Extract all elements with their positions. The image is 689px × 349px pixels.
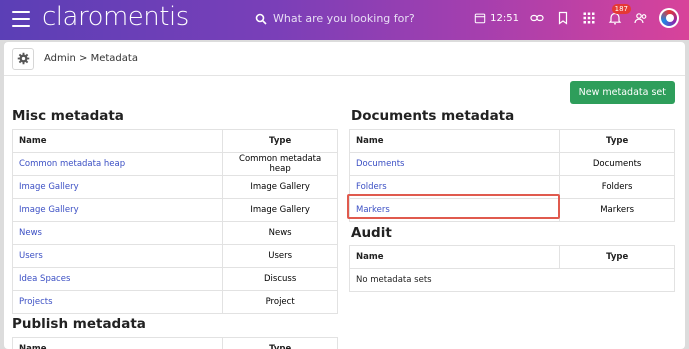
table-row: Common metadata heap Common metadata heap: [11, 152, 338, 176]
metadata-type: Discuss: [222, 267, 338, 291]
metadata-type: Documents: [559, 152, 675, 176]
main-panel: Admin > Metadata New metadata set Misc m…: [4, 42, 685, 349]
metadata-type: Markers: [559, 198, 675, 222]
column-header-type[interactable]: Type: [222, 129, 338, 153]
search-placeholder[interactable]: What are you looking for?: [273, 12, 415, 25]
notification-bell-icon[interactable]: 187: [607, 4, 631, 26]
table-row: Users Users: [11, 244, 338, 268]
search-icon: [255, 13, 267, 25]
audit-title: Audit: [351, 225, 392, 241]
calendar-icon: [474, 13, 486, 24]
column-header-name[interactable]: Name: [348, 129, 561, 153]
metadata-type: Image Gallery: [222, 175, 338, 199]
markers-link[interactable]: Markers: [348, 198, 561, 222]
table-row: Folders Folders: [348, 175, 675, 199]
menu-icon[interactable]: [12, 11, 30, 27]
metadata-link[interactable]: Idea Spaces: [11, 267, 224, 291]
empty-message: No metadata sets: [349, 268, 675, 292]
metadata-link[interactable]: Image Gallery: [11, 198, 224, 222]
link-icon[interactable]: [529, 10, 545, 26]
breadcrumb: Admin > Metadata: [44, 53, 138, 64]
column-header-name[interactable]: Name: [11, 337, 224, 349]
metadata-link[interactable]: Documents: [348, 152, 561, 176]
metadata-type: Project: [222, 290, 338, 314]
metadata-link[interactable]: Common metadata heap: [11, 152, 224, 176]
documents-metadata-table: Name Type Documents Documents Folders Fold…: [348, 129, 675, 222]
table-row: Documents Documents: [348, 152, 675, 176]
column-header-type[interactable]: Type: [559, 245, 675, 269]
table-row: Image Gallery Image Gallery: [11, 175, 338, 199]
table-row: Projects Project: [11, 290, 338, 314]
publish-metadata-title: Publish metadata: [12, 316, 146, 332]
apps-grid-icon[interactable]: [581, 10, 597, 26]
clock-widget[interactable]: 12:51: [474, 12, 519, 24]
table-row: Markers Markers: [348, 198, 675, 222]
new-metadata-set-button[interactable]: New metadata set: [569, 81, 675, 104]
metadata-type: Users: [222, 244, 338, 268]
metadata-type: Folders: [559, 175, 675, 199]
search-bar[interactable]: What are you looking for?: [255, 12, 415, 25]
column-header-name[interactable]: Name: [348, 245, 561, 269]
column-header-type[interactable]: Type: [222, 337, 338, 349]
publish-metadata-table: Name Type: [11, 337, 338, 349]
bookmark-icon[interactable]: [555, 10, 571, 26]
clock-time: 12:51: [490, 12, 519, 24]
table-header-row: Name Type: [348, 245, 675, 269]
misc-metadata-title: Misc metadata: [12, 108, 124, 124]
table-row: Image Gallery Image Gallery: [11, 198, 338, 222]
column-header-type[interactable]: Type: [559, 129, 675, 153]
metadata-link[interactable]: Image Gallery: [11, 175, 224, 199]
metadata-type: News: [222, 221, 338, 245]
table-header-row: Name Type: [11, 129, 338, 153]
app-logo[interactable]: claromentis: [42, 2, 189, 32]
user-avatar[interactable]: [659, 8, 679, 28]
table-row: News News: [11, 221, 338, 245]
metadata-link[interactable]: Users: [11, 244, 224, 268]
people-icon[interactable]: [633, 10, 649, 26]
audit-table: Name Type No metadata sets: [348, 245, 675, 292]
metadata-link[interactable]: News: [11, 221, 224, 245]
misc-metadata-table: Name Type Common metadata heap Common met…: [11, 129, 338, 314]
table-row: No metadata sets: [349, 268, 675, 292]
table-header-row: Name Type: [348, 129, 675, 153]
top-bar: claromentis What are you looking for? 12…: [0, 0, 689, 40]
metadata-link[interactable]: Folders: [348, 175, 561, 199]
metadata-type: Image Gallery: [222, 198, 338, 222]
table-header-row: Name Type: [11, 337, 338, 349]
table-row: Idea Spaces Discuss: [11, 267, 338, 291]
breadcrumb-bar: Admin > Metadata: [4, 42, 685, 76]
gear-icon[interactable]: [12, 47, 34, 70]
metadata-link[interactable]: Projects: [11, 290, 224, 314]
column-header-name[interactable]: Name: [11, 129, 224, 153]
notification-badge: 187: [611, 4, 631, 14]
metadata-type: Common metadata heap: [222, 152, 338, 176]
documents-metadata-title: Documents metadata: [351, 108, 515, 124]
